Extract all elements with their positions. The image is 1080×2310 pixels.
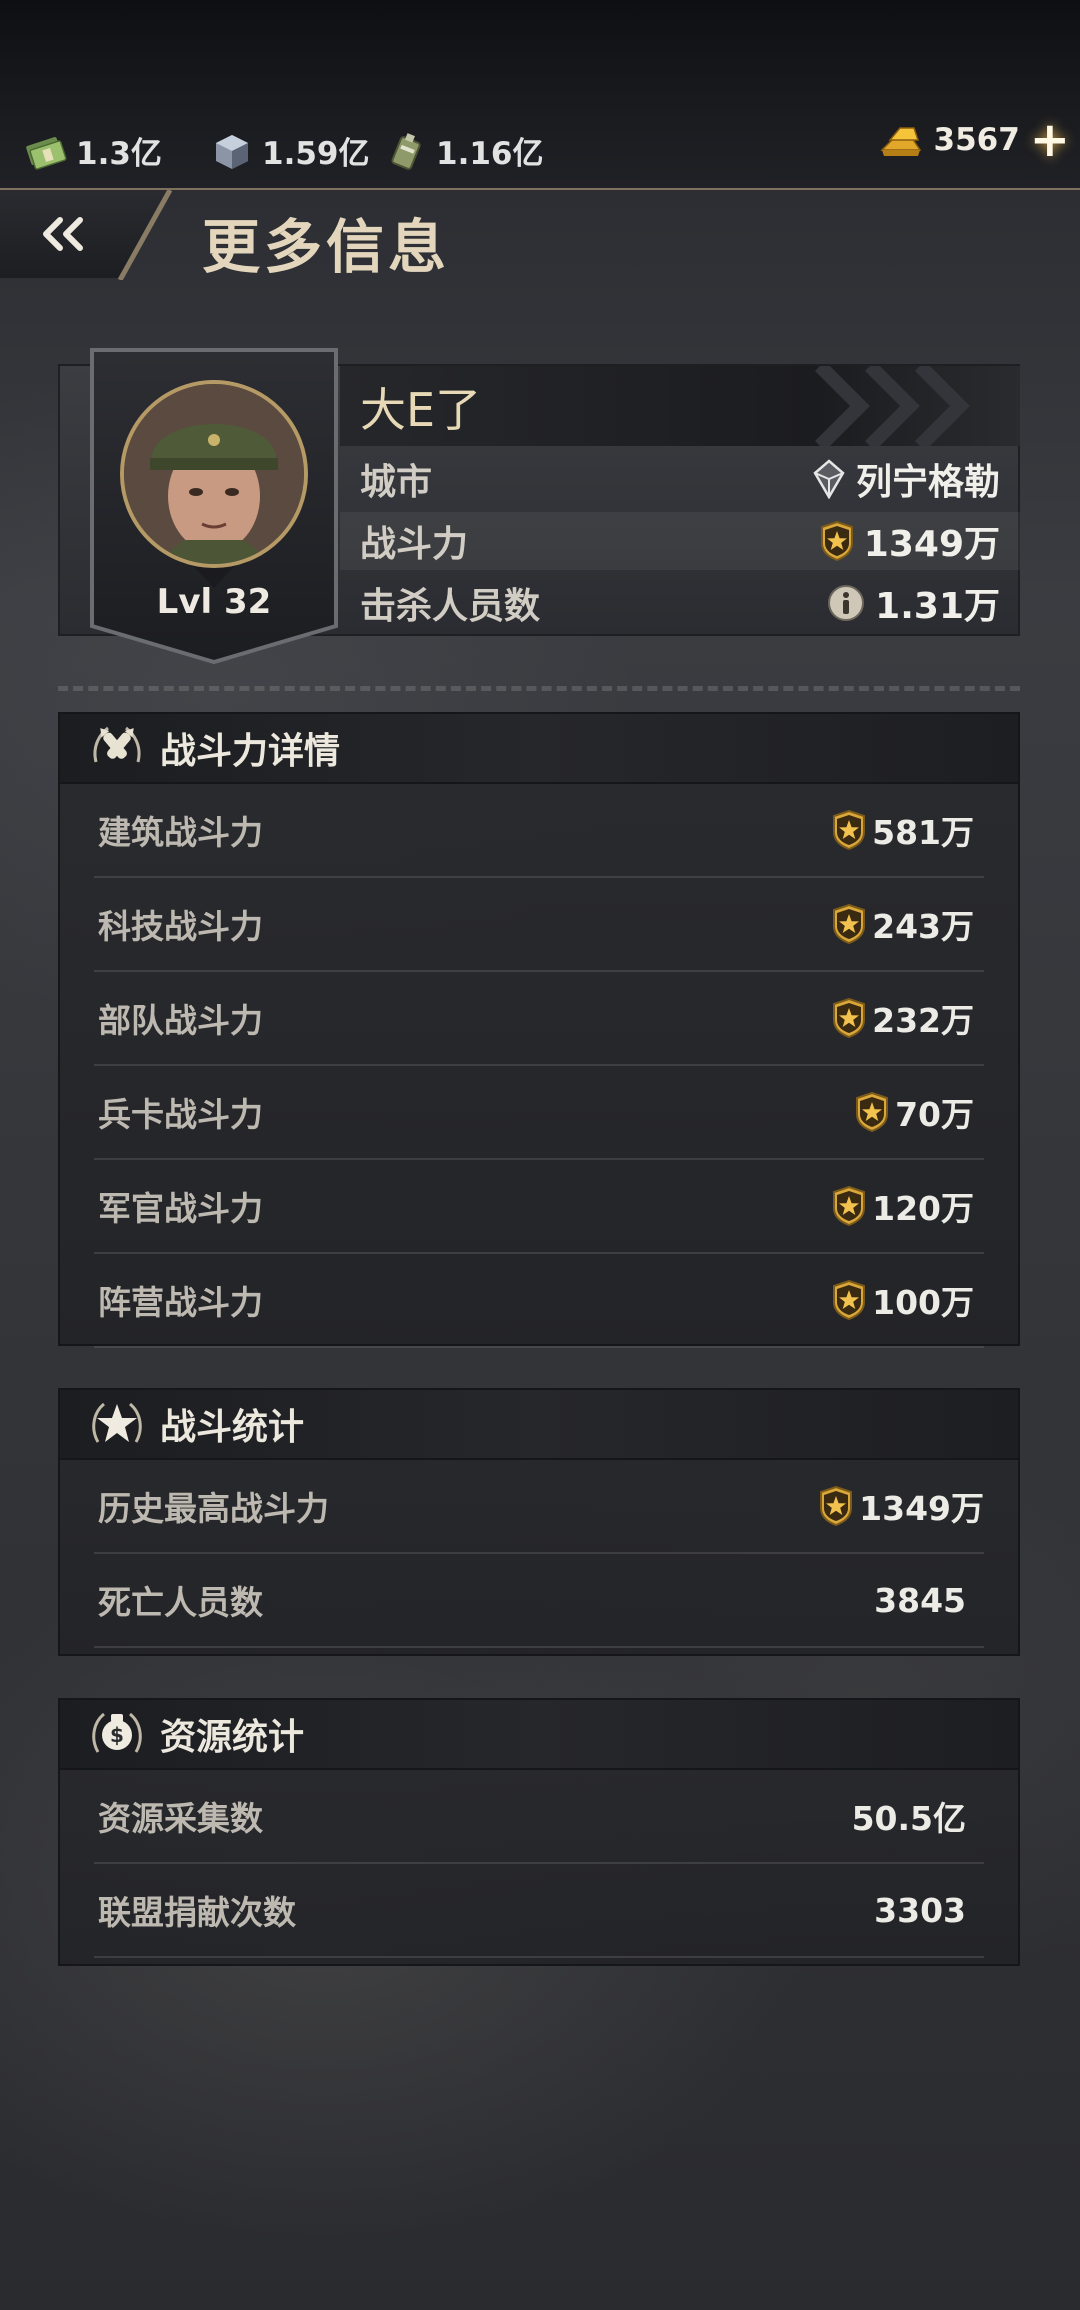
oil-resource[interactable]: 1.16亿 bbox=[384, 128, 544, 173]
list-item: 资源采集数 50.5亿 bbox=[94, 1770, 984, 1864]
power-star-icon bbox=[832, 1186, 866, 1226]
battle-stats-title: 战斗统计 bbox=[160, 1407, 305, 1448]
power-row: 战斗力 1349万 bbox=[340, 512, 1020, 570]
cash-resource[interactable]: 1.3亿 bbox=[24, 128, 162, 173]
player-name: 大E了 bbox=[360, 383, 482, 437]
list-item: 兵卡战斗力 70万 bbox=[94, 1066, 984, 1160]
oil-value: 1.16亿 bbox=[436, 136, 544, 172]
double-chevron-left-icon bbox=[43, 217, 83, 251]
list-item: 建筑战斗力 581万 bbox=[94, 784, 984, 878]
battle-stats-panel: 战斗统计 历史最高战斗力 1349万 死亡人员数 3845 bbox=[58, 1388, 1020, 1656]
player-name-row: 大E了 bbox=[340, 366, 1020, 446]
steel-resource[interactable]: 1.59亿 bbox=[210, 128, 370, 173]
power-star-icon bbox=[832, 998, 866, 1038]
power-details-header: 战斗力详情 bbox=[60, 714, 1018, 784]
power-star-icon bbox=[855, 1092, 889, 1132]
power-details-panel: 战斗力详情 建筑战斗力 581万 科技战斗力 243万 部队战斗力 232万 兵… bbox=[58, 712, 1020, 1348]
steel-value: 1.59亿 bbox=[262, 136, 370, 172]
gold-value: 3567 bbox=[933, 122, 1020, 158]
kills-value: 1.31万 bbox=[875, 586, 1000, 627]
power-value: 1349万 bbox=[863, 524, 1000, 565]
money-bag-icon: $ bbox=[92, 1712, 142, 1753]
cash-icon bbox=[26, 136, 67, 170]
avatar[interactable] bbox=[120, 380, 308, 568]
resource-stats-title: 资源统计 bbox=[160, 1717, 305, 1758]
player-level: Lvl 32 bbox=[156, 582, 272, 622]
add-gold-button[interactable]: + bbox=[1030, 116, 1070, 164]
oil-icon bbox=[391, 132, 421, 170]
crossed-shells-icon bbox=[93, 726, 141, 763]
steel-icon bbox=[216, 134, 248, 169]
power-star-icon bbox=[820, 521, 854, 561]
city-row: 城市 列宁格勒 bbox=[340, 450, 1020, 508]
svg-text:$: $ bbox=[110, 1723, 124, 1747]
list-item: 联盟捐献次数 3303 bbox=[94, 1864, 984, 1958]
header-slash-divider bbox=[118, 190, 173, 280]
power-star-icon bbox=[819, 1486, 853, 1526]
list-item: 科技战斗力 243万 bbox=[94, 878, 984, 972]
power-star-icon bbox=[832, 1280, 866, 1320]
city-value: 列宁格勒 bbox=[855, 462, 1000, 503]
cash-value: 1.3亿 bbox=[76, 136, 162, 172]
star-laurel-icon bbox=[92, 1402, 142, 1443]
kills-row: 击杀人员数 1.31万 bbox=[340, 574, 1020, 632]
battle-stats-header: 战斗统计 bbox=[60, 1390, 1018, 1460]
section-divider bbox=[58, 686, 1020, 691]
gold-resource[interactable]: 3567 + bbox=[878, 116, 1070, 164]
resource-stats-panel: $ 资源统计 资源采集数 50.5亿 联盟捐献次数 3303 bbox=[58, 1698, 1020, 1966]
info-icon[interactable] bbox=[827, 584, 865, 622]
power-details-title: 战斗力详情 bbox=[160, 731, 341, 772]
list-item: 死亡人员数 3845 bbox=[94, 1554, 984, 1648]
chevron-decoration bbox=[815, 366, 970, 446]
list-item: 部队战斗力 232万 bbox=[94, 972, 984, 1066]
power-star-icon bbox=[832, 810, 866, 850]
list-item: 军官战斗力 120万 bbox=[94, 1160, 984, 1254]
list-item: 阵营战斗力 100万 bbox=[94, 1254, 984, 1348]
list-item: 历史最高战斗力 1349万 bbox=[94, 1460, 984, 1554]
officer-portrait-icon bbox=[124, 384, 304, 564]
gold-bars-icon bbox=[879, 127, 921, 156]
power-star-icon bbox=[832, 904, 866, 944]
city-diamond-icon bbox=[813, 459, 845, 499]
page-title: 更多信息 bbox=[202, 213, 451, 281]
resource-stats-header: $ 资源统计 bbox=[60, 1700, 1018, 1770]
